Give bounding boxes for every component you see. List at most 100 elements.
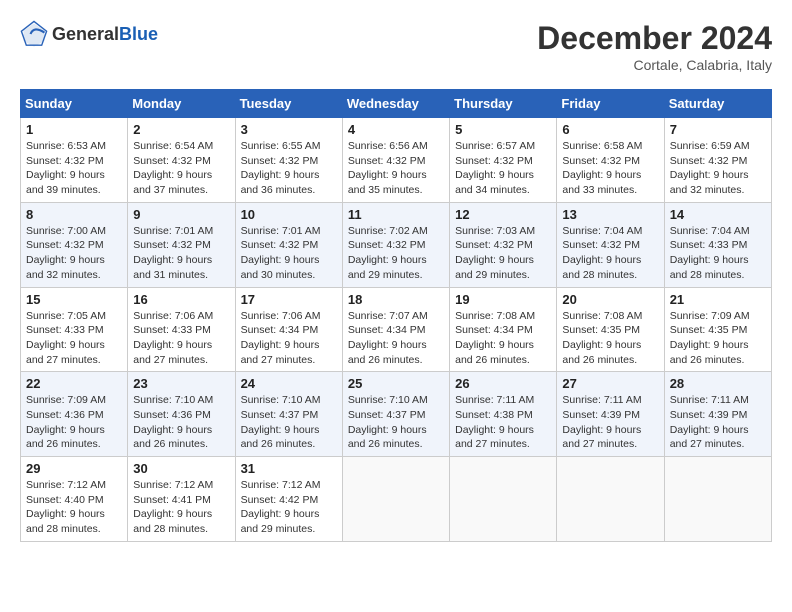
sunrise-label: Sunrise: 7:04 AM xyxy=(670,225,750,237)
day-info: Sunrise: 7:06 AM Sunset: 4:33 PM Dayligh… xyxy=(133,309,229,368)
day-number: 11 xyxy=(348,207,444,222)
logo-icon xyxy=(20,20,48,48)
sunset-label: Sunset: 4:33 PM xyxy=(133,324,211,336)
day-number: 16 xyxy=(133,292,229,307)
calendar-header-row: SundayMondayTuesdayWednesdayThursdayFrid… xyxy=(21,90,772,118)
day-number: 1 xyxy=(26,122,122,137)
daylight-label: Daylight: 9 hours and 27 minutes. xyxy=(455,424,534,451)
day-info: Sunrise: 7:10 AM Sunset: 4:36 PM Dayligh… xyxy=(133,393,229,452)
calendar-cell: 31 Sunrise: 7:12 AM Sunset: 4:42 PM Dayl… xyxy=(235,457,342,542)
calendar-cell: 19 Sunrise: 7:08 AM Sunset: 4:34 PM Dayl… xyxy=(450,287,557,372)
sunset-label: Sunset: 4:32 PM xyxy=(241,155,319,167)
day-info: Sunrise: 7:11 AM Sunset: 4:38 PM Dayligh… xyxy=(455,393,551,452)
sunrise-label: Sunrise: 6:55 AM xyxy=(241,140,321,152)
day-number: 25 xyxy=(348,376,444,391)
sunrise-label: Sunrise: 6:53 AM xyxy=(26,140,106,152)
day-number: 2 xyxy=(133,122,229,137)
sunset-label: Sunset: 4:37 PM xyxy=(348,409,426,421)
sunset-label: Sunset: 4:34 PM xyxy=(348,324,426,336)
sunrise-label: Sunrise: 7:02 AM xyxy=(348,225,428,237)
calendar-cell: 6 Sunrise: 6:58 AM Sunset: 4:32 PM Dayli… xyxy=(557,118,664,203)
day-info: Sunrise: 7:05 AM Sunset: 4:33 PM Dayligh… xyxy=(26,309,122,368)
sunrise-label: Sunrise: 7:05 AM xyxy=(26,310,106,322)
day-number: 9 xyxy=(133,207,229,222)
sunset-label: Sunset: 4:39 PM xyxy=(670,409,748,421)
calendar-week-row: 8 Sunrise: 7:00 AM Sunset: 4:32 PM Dayli… xyxy=(21,202,772,287)
sunset-label: Sunset: 4:32 PM xyxy=(26,239,104,251)
daylight-label: Daylight: 9 hours and 29 minutes. xyxy=(348,254,427,281)
sunrise-label: Sunrise: 7:10 AM xyxy=(348,394,428,406)
daylight-label: Daylight: 9 hours and 28 minutes. xyxy=(670,254,749,281)
column-header-thursday: Thursday xyxy=(450,90,557,118)
daylight-label: Daylight: 9 hours and 33 minutes. xyxy=(562,169,641,196)
daylight-label: Daylight: 9 hours and 28 minutes. xyxy=(133,508,212,535)
calendar-week-row: 1 Sunrise: 6:53 AM Sunset: 4:32 PM Dayli… xyxy=(21,118,772,203)
daylight-label: Daylight: 9 hours and 36 minutes. xyxy=(241,169,320,196)
day-info: Sunrise: 7:12 AM Sunset: 4:40 PM Dayligh… xyxy=(26,478,122,537)
sunset-label: Sunset: 4:32 PM xyxy=(562,155,640,167)
calendar-cell: 18 Sunrise: 7:07 AM Sunset: 4:34 PM Dayl… xyxy=(342,287,449,372)
sunrise-label: Sunrise: 7:12 AM xyxy=(133,479,213,491)
sunrise-label: Sunrise: 7:01 AM xyxy=(133,225,213,237)
daylight-label: Daylight: 9 hours and 27 minutes. xyxy=(670,424,749,451)
sunset-label: Sunset: 4:34 PM xyxy=(241,324,319,336)
daylight-label: Daylight: 9 hours and 29 minutes. xyxy=(455,254,534,281)
calendar-cell: 17 Sunrise: 7:06 AM Sunset: 4:34 PM Dayl… xyxy=(235,287,342,372)
sunrise-label: Sunrise: 7:07 AM xyxy=(348,310,428,322)
day-number: 26 xyxy=(455,376,551,391)
day-info: Sunrise: 7:10 AM Sunset: 4:37 PM Dayligh… xyxy=(348,393,444,452)
calendar-cell: 11 Sunrise: 7:02 AM Sunset: 4:32 PM Dayl… xyxy=(342,202,449,287)
sunset-label: Sunset: 4:32 PM xyxy=(455,239,533,251)
day-info: Sunrise: 7:09 AM Sunset: 4:35 PM Dayligh… xyxy=(670,309,766,368)
day-number: 6 xyxy=(562,122,658,137)
page-header: GeneralBlue December 2024 Cortale, Calab… xyxy=(20,20,772,73)
day-number: 30 xyxy=(133,461,229,476)
sunrise-label: Sunrise: 7:10 AM xyxy=(133,394,213,406)
column-header-saturday: Saturday xyxy=(664,90,771,118)
calendar-cell: 12 Sunrise: 7:03 AM Sunset: 4:32 PM Dayl… xyxy=(450,202,557,287)
calendar-cell: 1 Sunrise: 6:53 AM Sunset: 4:32 PM Dayli… xyxy=(21,118,128,203)
daylight-label: Daylight: 9 hours and 27 minutes. xyxy=(562,424,641,451)
day-info: Sunrise: 7:04 AM Sunset: 4:32 PM Dayligh… xyxy=(562,224,658,283)
sunset-label: Sunset: 4:33 PM xyxy=(670,239,748,251)
day-info: Sunrise: 6:54 AM Sunset: 4:32 PM Dayligh… xyxy=(133,139,229,198)
daylight-label: Daylight: 9 hours and 26 minutes. xyxy=(133,424,212,451)
calendar-cell: 27 Sunrise: 7:11 AM Sunset: 4:39 PM Dayl… xyxy=(557,372,664,457)
day-number: 5 xyxy=(455,122,551,137)
daylight-label: Daylight: 9 hours and 37 minutes. xyxy=(133,169,212,196)
day-info: Sunrise: 7:10 AM Sunset: 4:37 PM Dayligh… xyxy=(241,393,337,452)
daylight-label: Daylight: 9 hours and 31 minutes. xyxy=(133,254,212,281)
sunrise-label: Sunrise: 7:11 AM xyxy=(562,394,641,406)
calendar-cell: 5 Sunrise: 6:57 AM Sunset: 4:32 PM Dayli… xyxy=(450,118,557,203)
day-info: Sunrise: 7:00 AM Sunset: 4:32 PM Dayligh… xyxy=(26,224,122,283)
day-number: 15 xyxy=(26,292,122,307)
day-info: Sunrise: 7:06 AM Sunset: 4:34 PM Dayligh… xyxy=(241,309,337,368)
calendar-cell: 4 Sunrise: 6:56 AM Sunset: 4:32 PM Dayli… xyxy=(342,118,449,203)
day-info: Sunrise: 7:08 AM Sunset: 4:34 PM Dayligh… xyxy=(455,309,551,368)
daylight-label: Daylight: 9 hours and 26 minutes. xyxy=(241,424,320,451)
sunrise-label: Sunrise: 7:08 AM xyxy=(455,310,535,322)
sunrise-label: Sunrise: 7:06 AM xyxy=(133,310,213,322)
day-info: Sunrise: 7:07 AM Sunset: 4:34 PM Dayligh… xyxy=(348,309,444,368)
day-info: Sunrise: 6:56 AM Sunset: 4:32 PM Dayligh… xyxy=(348,139,444,198)
sunset-label: Sunset: 4:42 PM xyxy=(241,494,319,506)
sunrise-label: Sunrise: 7:09 AM xyxy=(670,310,750,322)
sunrise-label: Sunrise: 6:57 AM xyxy=(455,140,535,152)
daylight-label: Daylight: 9 hours and 28 minutes. xyxy=(26,508,105,535)
calendar-cell: 22 Sunrise: 7:09 AM Sunset: 4:36 PM Dayl… xyxy=(21,372,128,457)
day-number: 21 xyxy=(670,292,766,307)
day-info: Sunrise: 7:12 AM Sunset: 4:42 PM Dayligh… xyxy=(241,478,337,537)
calendar-cell: 10 Sunrise: 7:01 AM Sunset: 4:32 PM Dayl… xyxy=(235,202,342,287)
logo: GeneralBlue xyxy=(20,20,158,48)
day-number: 29 xyxy=(26,461,122,476)
sunset-label: Sunset: 4:40 PM xyxy=(26,494,104,506)
daylight-label: Daylight: 9 hours and 28 minutes. xyxy=(562,254,641,281)
logo-text: GeneralBlue xyxy=(52,24,158,45)
day-number: 23 xyxy=(133,376,229,391)
sunrise-label: Sunrise: 7:09 AM xyxy=(26,394,106,406)
sunset-label: Sunset: 4:32 PM xyxy=(670,155,748,167)
daylight-label: Daylight: 9 hours and 34 minutes. xyxy=(455,169,534,196)
calendar-cell: 25 Sunrise: 7:10 AM Sunset: 4:37 PM Dayl… xyxy=(342,372,449,457)
column-header-friday: Friday xyxy=(557,90,664,118)
calendar-cell: 3 Sunrise: 6:55 AM Sunset: 4:32 PM Dayli… xyxy=(235,118,342,203)
